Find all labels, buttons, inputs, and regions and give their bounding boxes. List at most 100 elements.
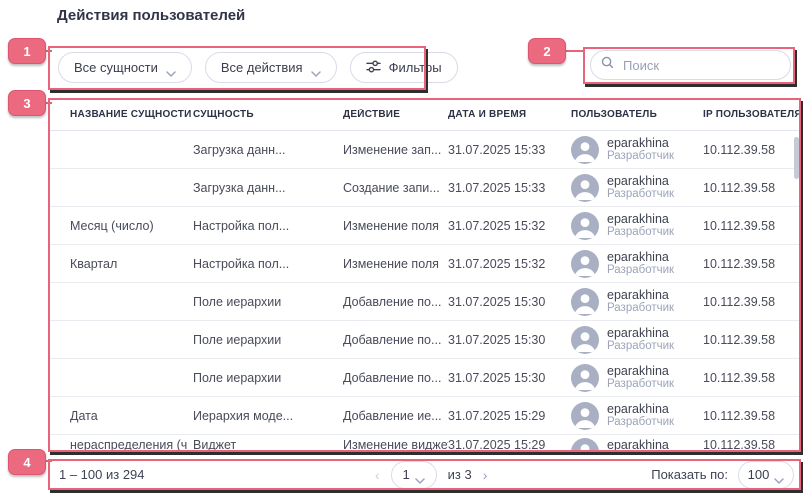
ip-cell: 10.112.39.58 xyxy=(703,143,800,157)
user-avatar-icon xyxy=(571,402,599,430)
action-filter-dropdown[interactable]: Все действия xyxy=(205,52,337,83)
entity-cell: Поле иерархии xyxy=(193,333,343,347)
table-row[interactable]: Квартал Настройка пол... Изменение поля … xyxy=(49,245,800,283)
user-avatar-icon xyxy=(571,364,599,392)
user-role: Разработчик xyxy=(607,302,674,315)
action-cell: Добавление по... xyxy=(343,295,448,309)
ip-cell: 10.112.39.58 xyxy=(703,295,800,309)
entity-name-cell: Дата xyxy=(70,409,193,423)
table-row[interactable]: нераспределения (ч Виджет Изменение видж… xyxy=(49,435,800,451)
column-header-action: ДЕЙСТВИЕ xyxy=(343,109,448,120)
search-input[interactable] xyxy=(621,57,780,74)
datetime-cell: 31.07.2025 15:29 xyxy=(448,409,571,423)
table-row[interactable]: Поле иерархии Добавление по... 31.07.202… xyxy=(49,359,800,397)
table-row[interactable]: Поле иерархии Добавление по... 31.07.202… xyxy=(49,321,800,359)
table-body: Загрузка данн... Изменение зап... 31.07.… xyxy=(49,131,800,451)
ip-cell: 10.112.39.58 xyxy=(703,257,800,271)
column-header-datetime: ДАТА И ВРЕМЯ xyxy=(448,109,571,120)
ip-cell: 10.112.39.58 xyxy=(703,219,800,233)
annotation-badge-2: 2 xyxy=(528,38,566,64)
user-name: eparakhina xyxy=(607,364,674,378)
user-avatar-icon xyxy=(571,438,599,451)
user-role: Разработчик xyxy=(607,416,674,429)
per-page-label: Показать по: xyxy=(651,467,728,482)
entity-filter-label: Все сущности xyxy=(74,60,158,75)
user-name: eparakhina xyxy=(607,174,674,188)
entity-name-cell: Квартал xyxy=(70,257,193,271)
entity-name-cell: Месяц (число) xyxy=(70,219,193,233)
entity-name-cell: нераспределения (ч xyxy=(70,438,193,451)
datetime-cell: 31.07.2025 15:30 xyxy=(448,295,571,309)
entity-cell: Виджет xyxy=(193,438,343,451)
per-page-dropdown[interactable]: 100 xyxy=(738,461,794,489)
table-row[interactable]: Поле иерархии Добавление по... 31.07.202… xyxy=(49,283,800,321)
annotation-badge-1: 1 xyxy=(8,38,46,64)
user-role: Разработчик xyxy=(607,340,674,353)
column-header-entity-name: НАЗВАНИЕ СУЩНОСТИ xyxy=(70,109,193,120)
user-cell: eparakhina Разработчик xyxy=(571,136,703,164)
entity-cell: Иерархия моде... xyxy=(193,409,343,423)
user-avatar-icon xyxy=(571,250,599,278)
user-avatar-icon xyxy=(571,326,599,354)
action-cell: Изменение зап... xyxy=(343,143,448,157)
total-pages-label: из 3 xyxy=(448,467,472,482)
action-filter-label: Все действия xyxy=(221,60,303,75)
vertical-scrollbar-thumb[interactable] xyxy=(794,137,799,179)
chevron-down-icon xyxy=(415,472,425,478)
datetime-cell: 31.07.2025 15:30 xyxy=(448,371,571,385)
toolbar: Все сущности Все действия Фильтры xyxy=(58,52,458,83)
user-role: Разработчик xyxy=(607,378,674,391)
datetime-cell: 31.07.2025 15:32 xyxy=(448,257,571,271)
table-row[interactable]: Загрузка данн... Изменение зап... 31.07.… xyxy=(49,131,800,169)
user-name: eparakhina xyxy=(607,438,674,451)
search-box[interactable] xyxy=(590,50,791,80)
page-number-dropdown[interactable]: 1 xyxy=(391,461,437,489)
user-cell: eparakhina Разработчик xyxy=(571,438,703,451)
user-avatar-icon xyxy=(571,212,599,240)
user-role: Разработчик xyxy=(607,264,674,277)
entity-cell: Загрузка данн... xyxy=(193,181,343,195)
datetime-cell: 31.07.2025 15:29 xyxy=(448,438,571,451)
user-cell: eparakhina Разработчик xyxy=(571,364,703,392)
search-icon xyxy=(601,56,614,74)
user-role: Разработчик xyxy=(607,226,674,239)
table-row[interactable]: Загрузка данн... Создание запи... 31.07.… xyxy=(49,169,800,207)
action-cell: Изменение виджета xyxy=(343,438,448,451)
column-header-user: ПОЛЬЗОВАТЕЛЬ xyxy=(571,109,703,120)
chevron-right-icon[interactable]: › xyxy=(483,468,488,482)
table-header-row: НАЗВАНИЕ СУЩНОСТИ СУЩНОСТЬ ДЕЙСТВИЕ ДАТА… xyxy=(49,99,800,131)
chevron-left-icon[interactable]: ‹ xyxy=(375,468,380,482)
column-header-entity: СУЩНОСТЬ xyxy=(193,109,343,120)
user-name: eparakhina xyxy=(607,250,674,264)
user-name: eparakhina xyxy=(607,402,674,416)
entity-cell: Настройка пол... xyxy=(193,257,343,271)
action-cell: Добавление по... xyxy=(343,371,448,385)
pagination-range-label: 1 – 100 из 294 xyxy=(59,467,145,482)
entity-filter-dropdown[interactable]: Все сущности xyxy=(58,52,192,83)
action-cell: Изменение поля xyxy=(343,257,448,271)
user-name: eparakhina xyxy=(607,136,674,150)
user-cell: eparakhina Разработчик xyxy=(571,212,703,240)
user-avatar-icon xyxy=(571,136,599,164)
chevron-down-icon xyxy=(774,472,784,478)
table-row[interactable]: Месяц (число) Настройка пол... Изменение… xyxy=(49,207,800,245)
filters-button[interactable]: Фильтры xyxy=(350,52,458,83)
pagination-bar: 1 – 100 из 294 ‹ 1 из 3 › Показать по: 1… xyxy=(49,461,800,488)
table-row[interactable]: Дата Иерархия моде... Добавление ие... 3… xyxy=(49,397,800,435)
user-cell: eparakhina Разработчик xyxy=(571,402,703,430)
user-cell: eparakhina Разработчик xyxy=(571,250,703,278)
annotation-badge-3: 3 xyxy=(8,90,46,116)
entity-cell: Загрузка данн... xyxy=(193,143,343,157)
current-page: 1 xyxy=(403,467,410,482)
ip-cell: 10.112.39.58 xyxy=(703,409,800,423)
per-page-control: Показать по: 100 xyxy=(651,461,794,489)
ip-cell: 10.112.39.58 xyxy=(703,333,800,347)
user-actions-table: НАЗВАНИЕ СУЩНОСТИ СУЩНОСТЬ ДЕЙСТВИЕ ДАТА… xyxy=(49,99,800,451)
user-cell: eparakhina Разработчик xyxy=(571,326,703,354)
page-controls: ‹ 1 из 3 › xyxy=(375,461,487,489)
annotation-badge-4: 4 xyxy=(8,449,46,475)
entity-cell: Поле иерархии xyxy=(193,295,343,309)
user-avatar-icon xyxy=(571,288,599,316)
user-role: Разработчик xyxy=(607,188,674,201)
datetime-cell: 31.07.2025 15:33 xyxy=(448,143,571,157)
